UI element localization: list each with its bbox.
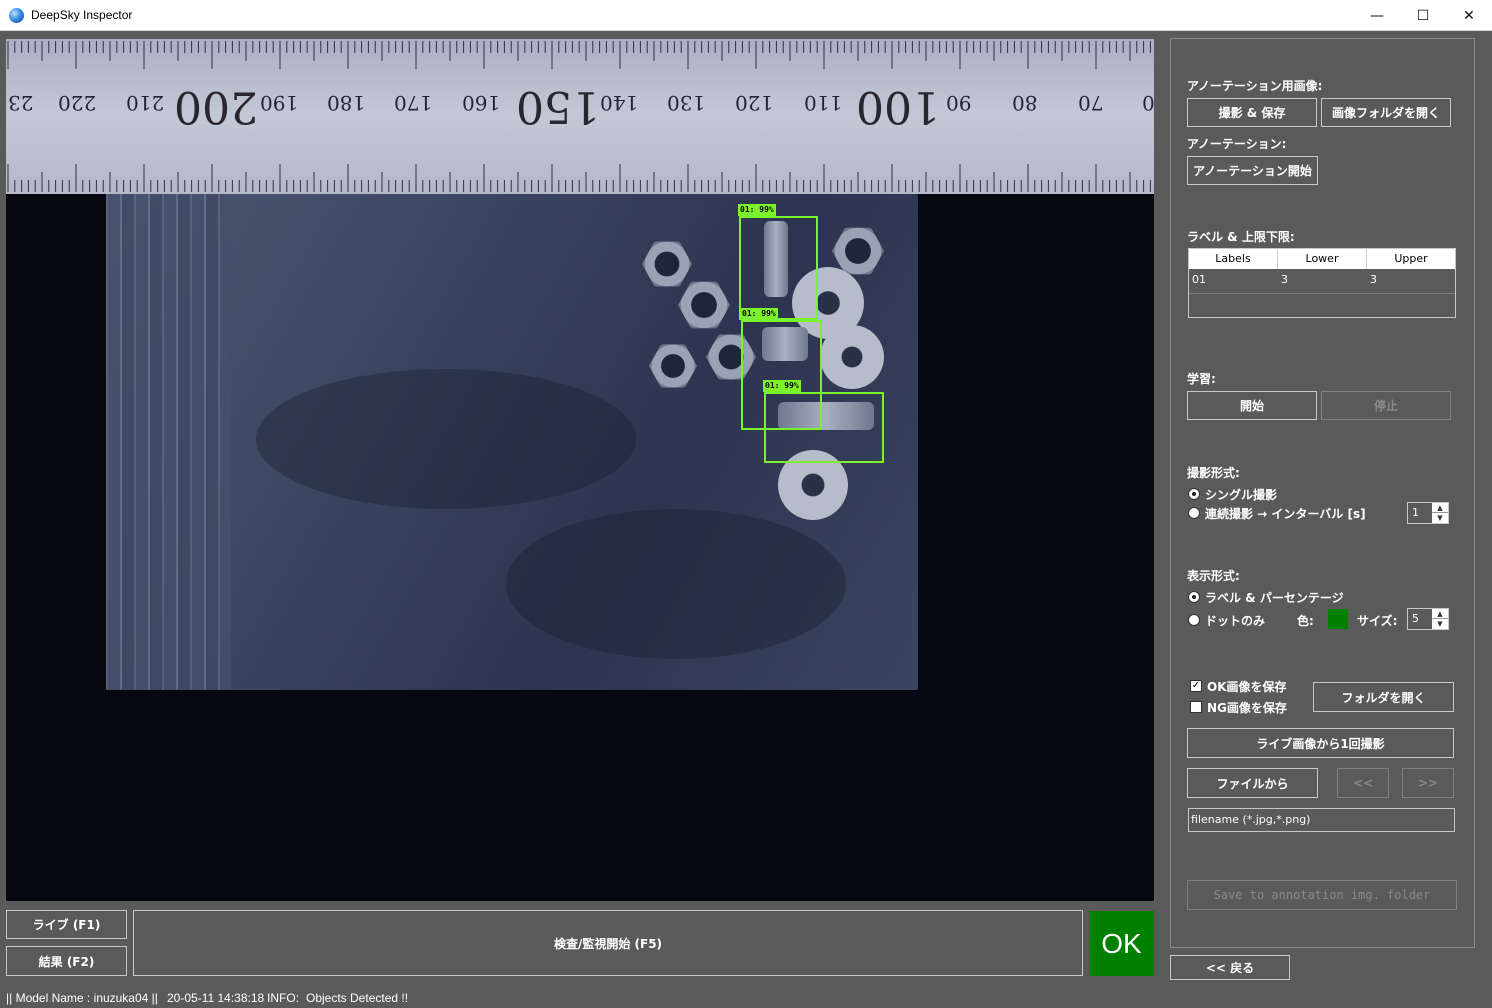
inspect-start-button[interactable]: 検査/監視開始 (F5) xyxy=(133,910,1083,976)
info-message: Objects Detected !! xyxy=(306,991,409,1005)
table-row-divider xyxy=(1189,293,1455,294)
single-capture-radio[interactable] xyxy=(1188,488,1200,500)
continuous-capture-radio[interactable] xyxy=(1188,507,1200,519)
capture-mode-label: 撮影形式: xyxy=(1187,466,1240,480)
stepper-down-icon[interactable]: ▼ xyxy=(1432,513,1448,523)
ruler-number: 130 xyxy=(667,91,706,115)
ruler-number: 170 xyxy=(394,91,433,115)
ruler-image: 23 220 210 200 190 180 170 160 150 140 1… xyxy=(6,39,1154,194)
open-folder-button[interactable]: フォルダを開く xyxy=(1313,682,1454,712)
minimize-button[interactable]: — xyxy=(1354,0,1400,31)
bag-zipper-strip xyxy=(106,194,231,690)
capture-save-button[interactable]: 撮影 & 保存 xyxy=(1187,98,1317,127)
save-ng-checkbox[interactable] xyxy=(1190,701,1202,713)
dots-only-label: ドットのみ xyxy=(1205,614,1266,628)
results-button[interactable]: 結果 (F2) xyxy=(6,946,127,976)
bag-shadow xyxy=(506,509,846,659)
ruler-number: 210 xyxy=(126,91,165,115)
label-percentage-radio[interactable] xyxy=(1188,591,1200,603)
stop-training-button[interactable]: 停止 xyxy=(1321,391,1451,420)
stepper-down-icon[interactable]: ▼ xyxy=(1432,619,1448,629)
washer xyxy=(820,325,884,389)
back-button[interactable]: << 戻る xyxy=(1170,955,1290,980)
label-limits-table: Labels Lower Upper 01 3 3 xyxy=(1188,248,1456,318)
ruler-number: 220 xyxy=(58,91,97,115)
close-button[interactable]: ✕ xyxy=(1446,0,1492,31)
color-label: 色: xyxy=(1297,614,1314,628)
table-header: Labels Lower Upper xyxy=(1189,249,1455,269)
stepper-arrows: ▲ ▼ xyxy=(1432,503,1448,523)
dot-color-swatch[interactable] xyxy=(1328,609,1348,629)
next-image-button[interactable]: >> xyxy=(1402,768,1454,798)
ruler-number: 100 xyxy=(856,81,940,132)
size-value[interactable]: 5 xyxy=(1412,612,1419,625)
settings-panel: アノーテーション用画像: 撮影 & 保存 画像フォルダを開く アノーテーション:… xyxy=(1170,38,1475,948)
ruler-number: 0 xyxy=(1142,91,1154,115)
detection-box xyxy=(764,392,884,463)
stepper-up-icon[interactable]: ▲ xyxy=(1432,503,1448,513)
ruler-number: 90 xyxy=(946,91,972,115)
continuous-capture-label: 連続撮影 → インターバル [s] xyxy=(1205,507,1366,521)
label-limits-label: ラベル & 上限下限: xyxy=(1187,230,1295,244)
display-mode-label: 表示形式: xyxy=(1187,569,1240,583)
training-label: 学習: xyxy=(1187,372,1216,386)
camera-view: 23 220 210 200 190 180 170 160 150 140 1… xyxy=(6,39,1154,901)
save-ok-checkbox[interactable]: ✓ xyxy=(1190,680,1202,692)
open-image-folder-button[interactable]: 画像フォルダを開く xyxy=(1321,98,1451,127)
ruler-number: 23 xyxy=(8,91,34,115)
table-cell[interactable]: 3 xyxy=(1281,273,1288,286)
ruler-number: 200 xyxy=(174,81,258,132)
size-stepper[interactable]: 5 ▲ ▼ xyxy=(1407,608,1449,630)
save-ok-label: OK画像を保存 xyxy=(1207,680,1287,694)
detection-label: 01: 99% xyxy=(740,308,778,320)
prev-image-button[interactable]: << xyxy=(1337,768,1389,798)
ruler-number: 80 xyxy=(1012,91,1038,115)
size-label: サイズ: xyxy=(1357,614,1398,628)
info-label: INFO: xyxy=(267,991,299,1005)
ruler-number: 160 xyxy=(462,91,501,115)
result-status-badge: OK xyxy=(1089,911,1154,976)
column-header[interactable]: Labels xyxy=(1189,249,1278,269)
label-percentage-label: ラベル & パーセンテージ xyxy=(1205,591,1344,605)
live-button[interactable]: ライブ (F1) xyxy=(6,910,127,939)
ruler-number: 180 xyxy=(327,91,366,115)
stepper-up-icon[interactable]: ▲ xyxy=(1432,609,1448,619)
title-bar: DeepSky Inspector — ☐ ✕ xyxy=(0,0,1492,31)
ruler-number: 70 xyxy=(1078,91,1104,115)
save-annotation-button[interactable]: Save to annotation img. folder xyxy=(1187,880,1457,910)
ruler-number: 110 xyxy=(804,91,843,115)
ruler-number: 140 xyxy=(600,91,639,115)
table-cell[interactable]: 3 xyxy=(1370,273,1377,286)
model-name-status: || Model Name : inuzuka04 || xyxy=(6,991,158,1005)
timestamp-status: 20-05-11 14:38:18 xyxy=(167,991,265,1005)
interval-stepper[interactable]: 1 ▲ ▼ xyxy=(1407,502,1449,524)
window-title: DeepSky Inspector xyxy=(31,8,133,22)
column-header[interactable]: Upper xyxy=(1367,249,1455,269)
dots-only-radio[interactable] xyxy=(1188,614,1200,626)
start-training-button[interactable]: 開始 xyxy=(1187,391,1317,420)
single-capture-label: シングル撮影 xyxy=(1205,488,1278,502)
ruler-number: 120 xyxy=(735,91,774,115)
detection-label: 01: 99% xyxy=(763,380,801,392)
detection-label: 01: 99% xyxy=(738,204,776,216)
status-bar: || Model Name : inuzuka04 || 20-05-11 14… xyxy=(0,987,1492,1008)
ruler-number: 190 xyxy=(260,91,299,115)
maximize-button[interactable]: ☐ xyxy=(1400,0,1446,31)
app-logo-icon xyxy=(9,8,24,23)
annotation-image-label: アノーテーション用画像: xyxy=(1187,79,1323,93)
interval-value[interactable]: 1 xyxy=(1412,506,1419,519)
table-cell[interactable]: 01 xyxy=(1192,273,1206,286)
from-file-button[interactable]: ファイルから xyxy=(1187,768,1318,798)
save-ng-label: NG画像を保存 xyxy=(1207,701,1287,715)
column-header[interactable]: Lower xyxy=(1278,249,1367,269)
bag-shadow xyxy=(256,369,636,509)
detection-box xyxy=(739,216,818,320)
filename-input[interactable]: filename (*.jpg,*.png) xyxy=(1188,808,1455,832)
annotation-label: アノーテーション: xyxy=(1187,137,1287,151)
start-annotation-button[interactable]: アノーテーション開始 xyxy=(1187,156,1318,185)
ruler-number: 150 xyxy=(516,81,600,132)
stepper-arrows: ▲ ▼ xyxy=(1432,609,1448,629)
capture-once-button[interactable]: ライブ画像から1回撮影 xyxy=(1187,728,1454,758)
